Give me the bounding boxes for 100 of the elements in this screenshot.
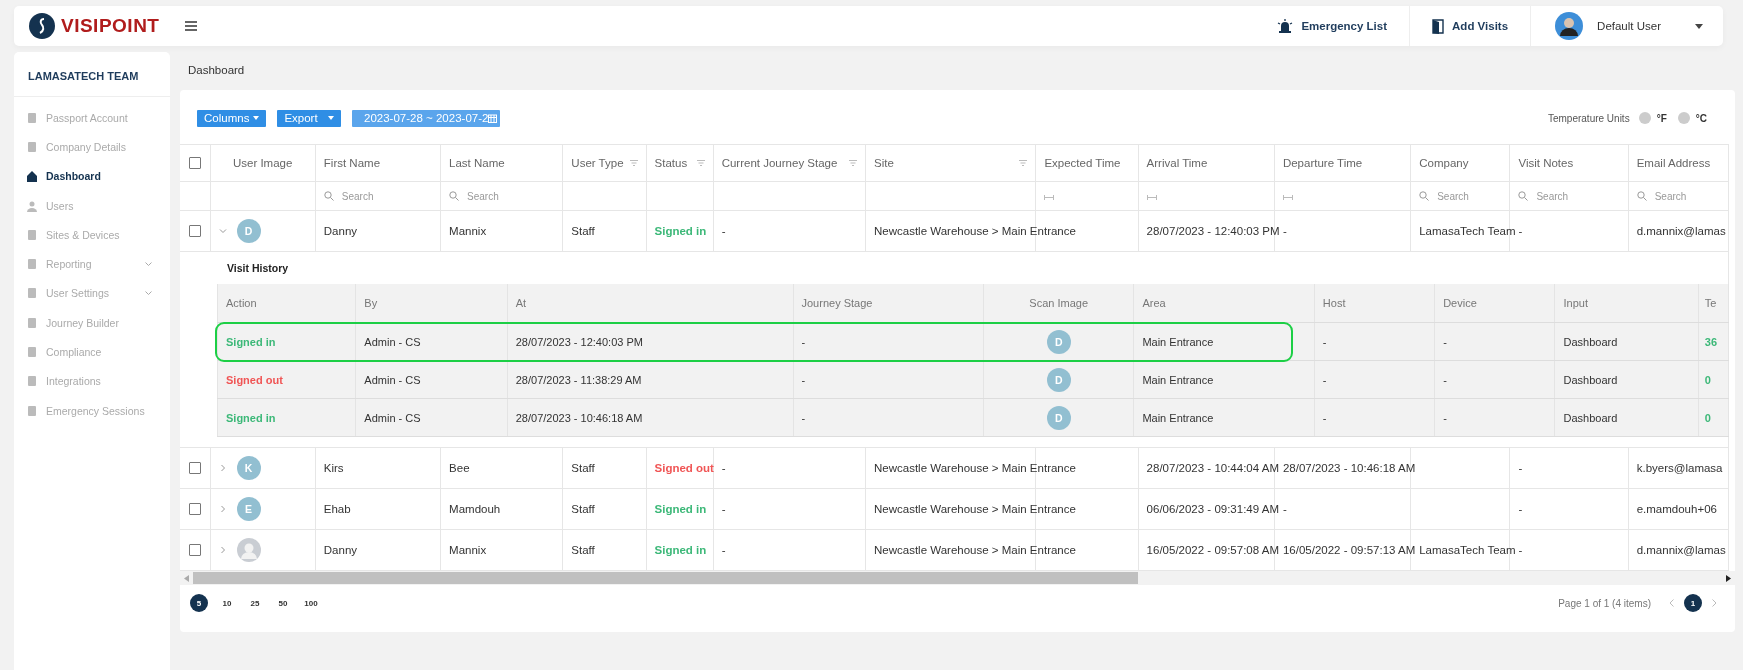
table-cell: Dashboard <box>1563 373 1618 386</box>
table-cell: 16/05/2022 - 09:57:08 AM <box>1146 544 1279 556</box>
table-cell: Mannix <box>449 225 487 237</box>
table-cell: Bee <box>449 462 470 474</box>
column-header[interactable]: First Name <box>323 157 381 169</box>
table-cell: Admin - CS <box>364 373 421 386</box>
export-button[interactable]: Export <box>277 109 342 127</box>
search-field[interactable]: Search <box>467 190 528 202</box>
table-cell: Admin - CS <box>364 335 421 348</box>
chevron-icon[interactable] <box>218 505 227 513</box>
column-header[interactable]: Visit Notes <box>1518 157 1574 169</box>
table-cell: Kirs <box>323 462 344 474</box>
page-size-option[interactable]: 25 <box>246 594 264 612</box>
columns-button[interactable]: Columns <box>197 109 267 127</box>
header-link[interactable]: Emergency List <box>1255 19 1410 33</box>
range-icon[interactable] <box>1044 195 1055 200</box>
caret-icon <box>328 116 335 120</box>
table-cell: - <box>1282 503 1287 515</box>
search-icon <box>323 191 334 201</box>
page-button[interactable]: 1 <box>1684 594 1702 612</box>
table-cell: - <box>1322 411 1327 424</box>
page-size-option[interactable]: 5 <box>190 594 208 612</box>
table-cell: Newcastle Warehouse > Main Entrance <box>874 544 1076 556</box>
door-icon <box>1432 18 1445 34</box>
chevron-icon[interactable] <box>218 546 227 554</box>
column-header[interactable]: Arrival Time <box>1146 157 1208 169</box>
chevron-icon[interactable] <box>218 227 227 235</box>
chevron-icon[interactable] <box>218 464 227 472</box>
table-cell: Ehab <box>323 503 351 515</box>
status-text: Signed in <box>654 225 707 237</box>
table-cell: Mamdouh <box>449 503 501 515</box>
checkbox[interactable] <box>188 462 201 475</box>
range-icon[interactable] <box>1282 195 1293 200</box>
column-header[interactable]: Device <box>1434 284 1555 323</box>
table-cell: 16/05/2022 - 09:57:13 AM <box>1282 544 1416 556</box>
filter-icon[interactable] <box>849 160 857 166</box>
search-icon <box>1419 191 1430 201</box>
unit-radio[interactable]: °F <box>1638 112 1667 124</box>
table-cell: e.mamdouh+06 <box>1636 503 1717 515</box>
chevron-icon <box>145 261 152 267</box>
page-icon <box>26 111 38 124</box>
checkbox[interactable] <box>188 544 201 557</box>
table-cell: Main Entrance <box>1142 335 1214 348</box>
table-cell: 28/07/2023 - 10:46:18 AM <box>515 411 643 424</box>
table-cell: - <box>1443 373 1447 386</box>
column-header[interactable]: Departure Time <box>1282 157 1363 169</box>
page-size-option[interactable]: 50 <box>274 594 292 612</box>
column-header[interactable]: Input <box>1555 284 1699 323</box>
table-cell: - <box>721 462 726 474</box>
table-cell: 28/07/2023 - 11:38:29 AM <box>515 373 642 386</box>
column-header[interactable]: Host <box>1314 284 1435 323</box>
team-name: LAMASATECH TEAM <box>14 52 170 97</box>
checkbox[interactable] <box>188 225 201 238</box>
column-header[interactable]: Company <box>1419 157 1469 169</box>
filter-icon[interactable] <box>629 160 638 166</box>
page-size-option[interactable]: 10 <box>218 594 236 612</box>
page-summary: Page 1 of 1 (4 items) <box>1558 597 1651 609</box>
column-header[interactable]: Action <box>217 284 356 323</box>
table-cell: LamasaTech Team <box>1419 544 1516 556</box>
column-header[interactable]: User Image <box>232 157 293 169</box>
next-page-icon[interactable] <box>1712 599 1717 607</box>
caret-icon <box>253 116 260 120</box>
column-header[interactable]: Last Name <box>449 157 505 169</box>
filter-icon[interactable] <box>696 160 705 166</box>
header-link[interactable]: Add Visits <box>1410 18 1531 34</box>
visit-history-title: Visit History <box>226 261 290 276</box>
logo-text: VISIPOINT <box>61 15 160 37</box>
column-header[interactable]: Site <box>874 157 894 169</box>
table-cell: - <box>1282 225 1287 237</box>
table-cell: Danny <box>323 544 358 556</box>
column-header[interactable]: User Type <box>571 157 624 169</box>
scroll-right-icon[interactable] <box>1726 574 1731 582</box>
sidebar-item[interactable]: Dashboard <box>14 161 170 191</box>
status-text: Signed out <box>654 462 714 474</box>
menu-icon[interactable] <box>185 21 198 31</box>
search-field[interactable]: Search <box>341 190 402 202</box>
action-text: Signed out <box>226 373 283 386</box>
table-cell: - <box>801 335 806 348</box>
table-cell: - <box>1518 503 1523 515</box>
previous-page-icon[interactable] <box>1669 599 1674 607</box>
search-icon <box>1518 191 1529 201</box>
checkbox[interactable] <box>188 503 201 516</box>
table-cell: - <box>721 503 726 515</box>
column-header[interactable]: Te <box>1698 284 1729 323</box>
temperature-units-label: Temperature Units <box>1547 112 1630 124</box>
column-header[interactable]: Status <box>654 157 688 169</box>
table-cell: Dashboard <box>1563 411 1618 424</box>
unit-radio[interactable]: °C <box>1677 112 1707 124</box>
page-size-option[interactable]: 100 <box>302 594 320 612</box>
range-icon[interactable] <box>1146 195 1157 200</box>
table-cell: d.mannix@lamas <box>1636 225 1726 237</box>
action-text: Signed in <box>226 411 276 424</box>
calendar-icon <box>488 113 498 123</box>
table-cell: Main Entrance <box>1142 411 1214 424</box>
checkbox[interactable] <box>188 157 201 170</box>
user-menu[interactable]: Default User <box>1531 12 1703 40</box>
scroll-left-icon[interactable] <box>184 574 189 582</box>
scan-avatar: D <box>1046 367 1071 392</box>
filter-icon[interactable] <box>1019 160 1028 166</box>
search-icon <box>449 191 460 201</box>
